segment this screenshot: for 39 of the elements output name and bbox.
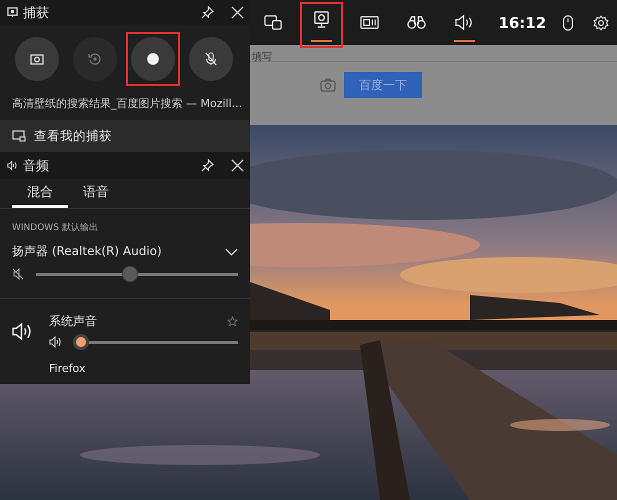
chevron-down-icon bbox=[225, 248, 238, 256]
gallery-icon bbox=[12, 130, 26, 142]
devices-icon bbox=[264, 14, 284, 31]
section-label: WINDOWS 默认输出 bbox=[11, 222, 99, 235]
pin-icon[interactable] bbox=[201, 6, 214, 19]
star-icon[interactable] bbox=[227, 316, 238, 327]
speaker-icon bbox=[12, 322, 33, 341]
device-dropdown[interactable]: 扬声器 (Realtek(R) Audio) bbox=[0, 235, 250, 260]
capture-button[interactable] bbox=[15, 37, 59, 81]
slider-thumb[interactable] bbox=[73, 334, 89, 350]
clock: 16:12 bbox=[498, 14, 546, 32]
close-icon[interactable] bbox=[231, 159, 244, 172]
window-caption: 高清壁纸的搜索结果_百度图片搜索 — Mozill... bbox=[11, 96, 244, 112]
app-name: 系统声音 bbox=[49, 313, 97, 330]
webcam-icon bbox=[7, 7, 18, 18]
webcam-icon bbox=[312, 11, 332, 28]
record-icon bbox=[146, 52, 160, 66]
settings-icon[interactable] bbox=[592, 14, 609, 30]
panel-title: 音频 bbox=[23, 158, 50, 174]
field-label: 填写 bbox=[252, 52, 272, 63]
speaker-icon bbox=[7, 160, 18, 171]
panel-title: 捕获 bbox=[23, 4, 50, 22]
gallery-link[interactable]: 查看我的捕获 bbox=[0, 120, 250, 152]
tab[interactable]: 语音 bbox=[68, 179, 124, 208]
close-icon[interactable] bbox=[231, 6, 244, 19]
app-name: Firefox bbox=[48, 361, 86, 375]
binoculars-icon bbox=[407, 14, 426, 31]
slider-thumb[interactable] bbox=[122, 266, 138, 282]
camera-icon bbox=[30, 52, 44, 66]
mic-off-icon bbox=[204, 52, 218, 66]
replay-icon bbox=[88, 52, 102, 66]
speaker-icon bbox=[455, 14, 474, 31]
widget-button[interactable] bbox=[298, 0, 346, 50]
capture-button[interactable] bbox=[189, 37, 233, 81]
tab[interactable]: 混合 bbox=[12, 179, 68, 208]
speaker-icon[interactable] bbox=[49, 336, 61, 348]
muted-speaker-icon[interactable] bbox=[12, 268, 24, 280]
pin-icon[interactable] bbox=[201, 159, 214, 172]
monitor-icon bbox=[360, 14, 379, 31]
